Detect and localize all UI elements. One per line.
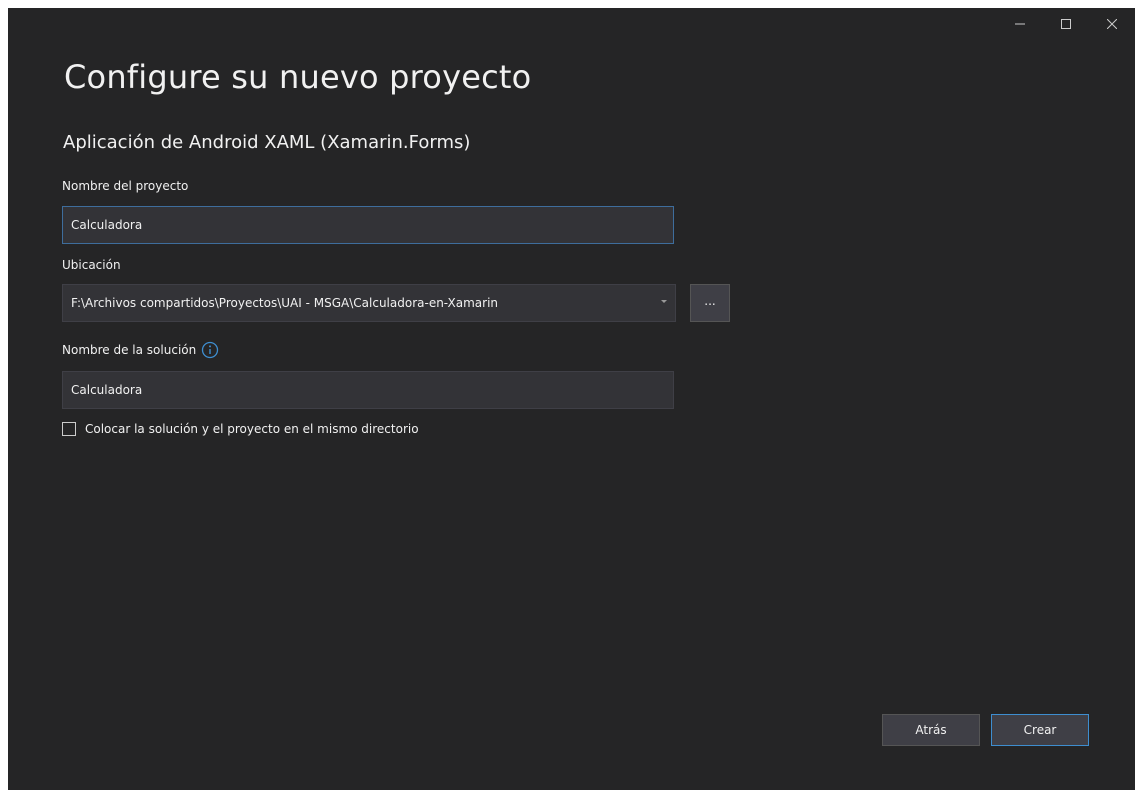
- same-directory-option[interactable]: Colocar la solución y el proyecto en el …: [62, 422, 419, 436]
- maximize-button[interactable]: [1043, 8, 1089, 40]
- template-name: Aplicación de Android XAML (Xamarin.Form…: [63, 132, 471, 153]
- solution-name-value: Calculadora: [71, 383, 143, 397]
- same-directory-checkbox[interactable]: [62, 422, 76, 436]
- project-name-label: Nombre del proyecto: [62, 179, 189, 193]
- project-name-value: Calculadora: [71, 218, 143, 232]
- maximize-icon: [1061, 19, 1071, 29]
- close-icon: [1107, 19, 1117, 29]
- browse-button[interactable]: ...: [690, 284, 730, 322]
- create-button[interactable]: Crear: [991, 714, 1089, 746]
- location-label: Ubicación: [62, 258, 121, 272]
- window-controls: [997, 8, 1135, 40]
- new-project-dialog: Configure su nuevo proyecto Aplicación d…: [8, 8, 1135, 790]
- close-button[interactable]: [1089, 8, 1135, 40]
- solution-name-input[interactable]: Calculadora: [62, 371, 674, 409]
- chevron-down-icon[interactable]: [661, 300, 667, 303]
- page-title: Configure su nuevo proyecto: [64, 58, 532, 96]
- location-combobox[interactable]: F:\Archivos compartidos\Proyectos\UAI - …: [62, 284, 676, 322]
- minimize-button[interactable]: [997, 8, 1043, 40]
- back-button[interactable]: Atrás: [882, 714, 980, 746]
- info-icon[interactable]: [201, 341, 219, 359]
- location-value: F:\Archivos compartidos\Proyectos\UAI - …: [71, 296, 499, 310]
- minimize-icon: [1015, 23, 1025, 25]
- solution-name-label: Nombre de la solución: [62, 343, 197, 357]
- project-name-input[interactable]: Calculadora: [62, 206, 674, 244]
- same-directory-label: Colocar la solución y el proyecto en el …: [85, 422, 419, 436]
